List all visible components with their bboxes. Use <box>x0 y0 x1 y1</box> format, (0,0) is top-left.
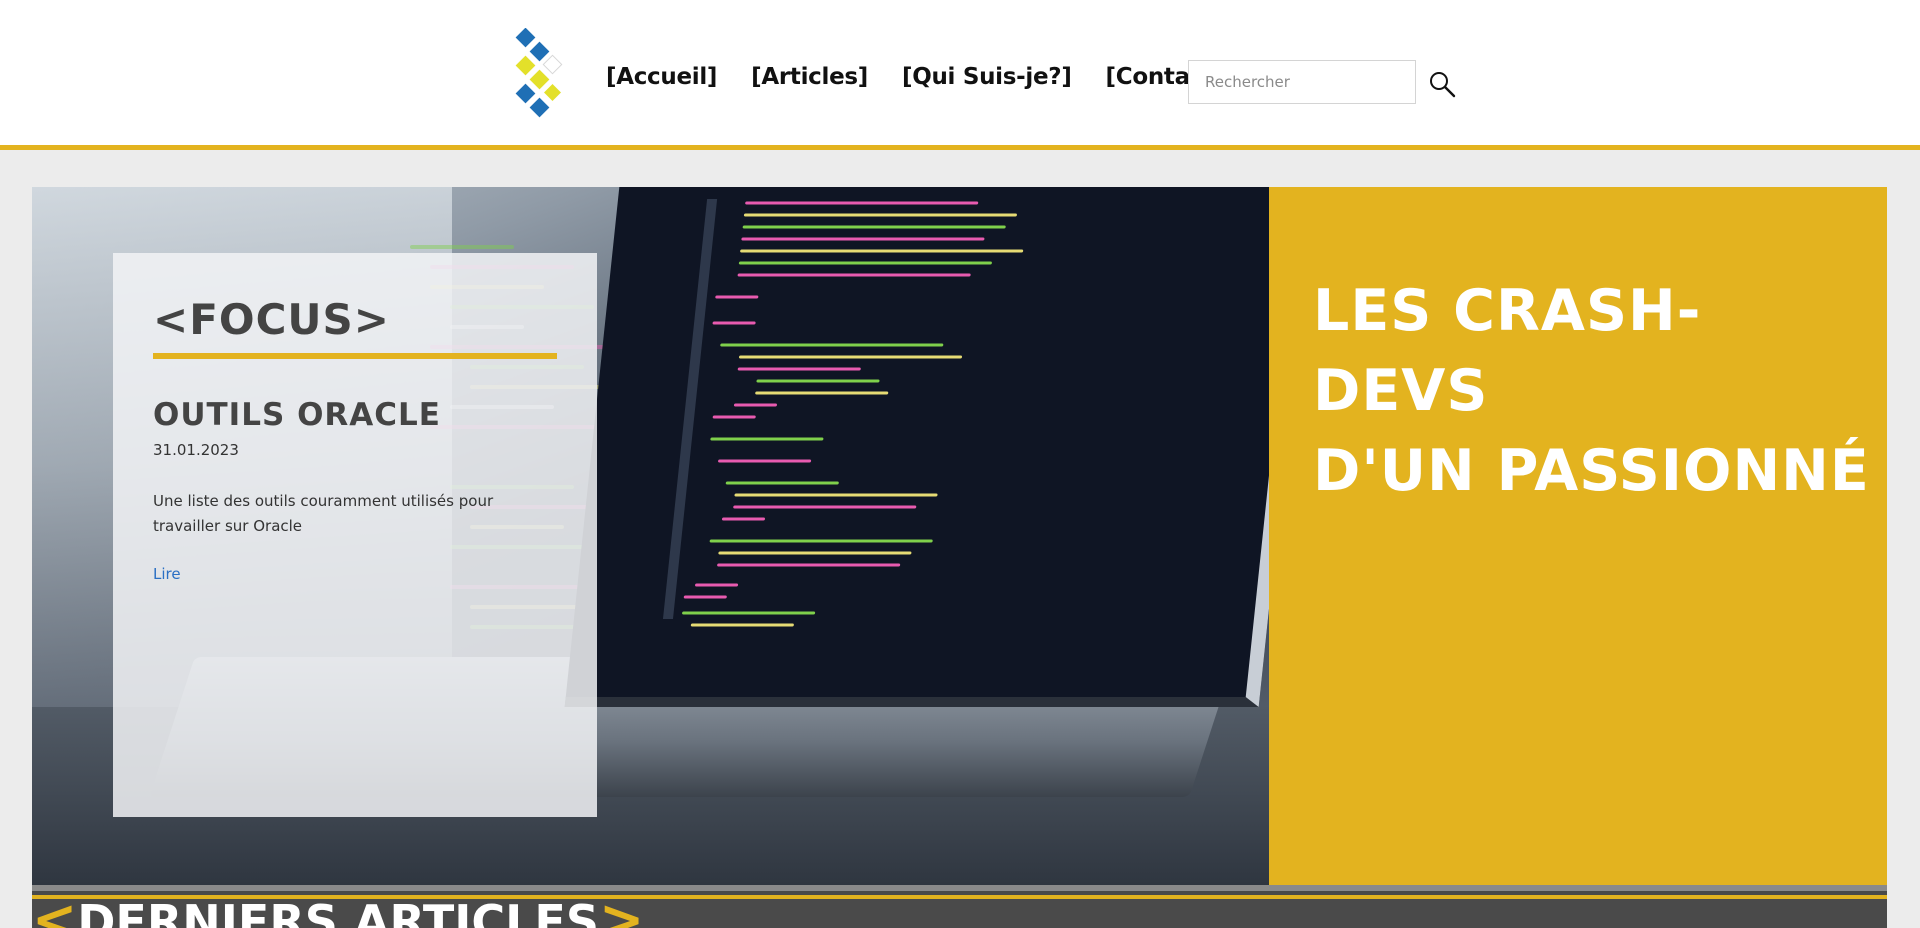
latest-articles-header: <DERNIERS ARTICLES> <box>32 885 1887 928</box>
focus-divider <box>153 353 557 359</box>
tagline-panel: LES CRASH-DEVS D'UN PASSIONNÉ <box>1269 187 1887 885</box>
tagline-line-2: D'UN PASSIONNÉ <box>1313 438 1870 504</box>
site-tagline: LES CRASH-DEVS D'UN PASSIONNÉ <box>1313 271 1873 511</box>
featured-article-summary: Une liste des outils couramment utilisés… <box>153 492 494 535</box>
focus-card: <FOCUS> OUTILS ORACLE 31.01.2023 Une lis… <box>113 253 597 817</box>
featured-article-title[interactable]: OUTILS ORACLE <box>153 397 441 433</box>
nav-item-qui-suis-je[interactable]: [Qui Suis-je?] <box>902 64 1072 90</box>
nav-item-articles[interactable]: [Articles] <box>751 64 868 90</box>
search-input[interactable] <box>1188 60 1416 104</box>
tagline-line-1: LES CRASH-DEVS <box>1313 278 1702 424</box>
site-logo[interactable] <box>512 28 568 124</box>
read-more-link[interactable]: Lire <box>153 565 181 583</box>
focus-heading: <FOCUS> <box>153 295 390 344</box>
featured-article-date: 31.01.2023 <box>153 441 239 459</box>
page: [Accueil] [Articles] [Qui Suis-je?] [Con… <box>0 0 1920 928</box>
section-title: <DERNIERS ARTICLES> <box>32 893 644 928</box>
section-bracket-close: > <box>598 888 645 928</box>
main-nav: [Accueil] [Articles] [Qui Suis-je?] [Con… <box>606 64 1224 90</box>
nav-item-accueil[interactable]: [Accueil] <box>606 64 717 90</box>
search-icon[interactable] <box>1428 70 1456 98</box>
section-bracket-open: < <box>32 888 78 928</box>
screen-code-image <box>626 193 1269 683</box>
page-scrollbar[interactable] <box>1902 150 1920 928</box>
section-title-text: DERNIERS ARTICLES <box>77 895 599 928</box>
screen-code-lines <box>662 199 1024 627</box>
site-header: [Accueil] [Articles] [Qui Suis-je?] [Con… <box>0 0 1920 150</box>
